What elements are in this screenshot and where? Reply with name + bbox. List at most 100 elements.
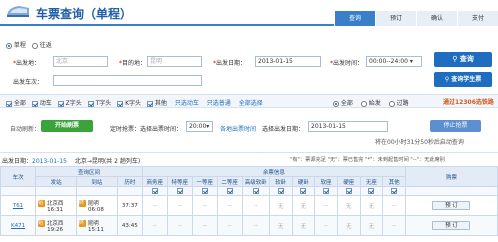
train-input[interactable]	[53, 75, 202, 86]
seat-cell: 无	[336, 195, 361, 216]
one-way-label: 单程	[13, 42, 26, 49]
col-interval: 查询区间	[35, 166, 143, 177]
one-way-radio[interactable]	[6, 42, 12, 49]
seat-filter-checkbox[interactable]	[176, 187, 183, 194]
end-station-tag: 终	[79, 219, 87, 227]
col-book: 购票	[404, 166, 498, 187]
pass-start-radio[interactable]	[360, 100, 367, 107]
arrive-time: 06:08	[88, 206, 104, 213]
pass-start-label: 始发	[368, 100, 381, 107]
query-button[interactable]: ⚲ 查询	[434, 52, 492, 67]
col-rz: 软座	[314, 176, 338, 187]
to-input[interactable]: 昆明	[147, 56, 202, 67]
timed-select[interactable]: 20:00▾	[186, 121, 213, 132]
col-yz: 硬座	[336, 176, 361, 187]
pass-all-label: 全部	[340, 100, 353, 107]
search-icon: ⚲	[452, 55, 458, 63]
select-dc-link[interactable]: 只选动车	[175, 100, 199, 107]
from-station: 北京西	[46, 200, 64, 207]
type-t-checkbox[interactable]	[87, 100, 94, 107]
start-refresh-button[interactable]: 开始刷票	[41, 120, 93, 132]
to-station: 昆明	[87, 200, 99, 207]
auto-date-label: 选择出发日期：	[262, 126, 305, 133]
pass-through-radio[interactable]	[388, 100, 395, 107]
from-station: 北京西	[46, 220, 64, 227]
col-to: 到站	[76, 176, 118, 187]
seat-filter-checkbox[interactable]	[300, 187, 307, 194]
book-button[interactable]: 预 订	[432, 221, 471, 230]
stop-refresh-button[interactable]: 停止抢票	[430, 120, 481, 132]
seat-cell: --	[314, 195, 338, 216]
seat-cell: 无	[359, 215, 384, 236]
seat-filter-checkbox[interactable]	[252, 187, 259, 194]
seat-cell: 无	[291, 215, 316, 236]
search-icon: ⚲	[444, 76, 450, 83]
seat-cell: 无	[336, 215, 361, 236]
seat-filter-checkbox[interactable]	[323, 187, 330, 194]
auto-refresh-bar: 自动刷新： 开始刷票 定时抢票：选择出票时间： 20:00▾ 各地出票时间 选择…	[0, 113, 498, 147]
train-number-link[interactable]: K471	[11, 223, 25, 229]
start-station-tag: 始	[38, 199, 46, 207]
seat-cell: --	[191, 215, 218, 236]
type-other-checkbox[interactable]	[146, 100, 153, 107]
seat-cell: --	[141, 215, 168, 236]
seat-cell: 无	[291, 195, 316, 216]
time-select[interactable]: 00:00--24:00 ▾	[366, 56, 422, 67]
seat-cell: 无	[268, 215, 293, 236]
result-route: 北京→昆明(共 2 趟列车)	[74, 158, 141, 165]
col-swz: 商务座	[141, 176, 168, 187]
seat-cell: 无	[268, 195, 293, 216]
seat-legend: "有"：票源充足 "无"：票已售完 "*"：未到起售时间 "--"：无此席别	[290, 157, 445, 163]
round-trip-radio[interactable]	[31, 42, 38, 49]
from-input[interactable]: 北京	[53, 56, 108, 67]
auto-date-input[interactable]: 2013-01-15	[308, 121, 388, 132]
col-seats: 余票信息	[141, 166, 406, 177]
col-train: 车次	[0, 166, 37, 187]
end-station-tag: 终	[79, 199, 87, 207]
pass-all-radio[interactable]	[333, 100, 339, 107]
watch-times-link[interactable]: 各地出票时间	[220, 124, 256, 133]
type-dc-checkbox[interactable]	[31, 100, 38, 107]
progress-steps: 查询 预订 确认 支付	[334, 11, 498, 26]
result-info: 出发日期：2013-01-15 北京→昆明(共 2 趟列车) "有"：票源充足 …	[0, 152, 498, 165]
seat-filter-checkbox[interactable]	[345, 187, 352, 194]
train-number-link[interactable]: T61	[13, 203, 23, 209]
notice-link[interactable]: 通过12306选铁路	[443, 97, 494, 106]
seat-cell: --	[241, 215, 270, 236]
book-button[interactable]: 预 订	[432, 201, 471, 210]
depart-time: 19:26	[47, 226, 64, 233]
seat-filter-checkbox[interactable]	[226, 187, 233, 194]
select-normal-link[interactable]: 只选普通	[207, 100, 231, 107]
type-k-checkbox[interactable]	[117, 100, 124, 107]
type-all-checkbox[interactable]	[6, 100, 12, 107]
train-type-filter: 全部 动车 Z字头 T字头 K字头 其他 只选动车 只选普通 全部选择 全部 始…	[0, 94, 498, 108]
seat-filter-checkbox[interactable]	[201, 187, 208, 194]
col-ydz: 一等座	[191, 176, 218, 187]
date-label: *出发日期：	[213, 60, 247, 67]
seat-filter-checkbox[interactable]	[277, 187, 284, 194]
arrive-time: 15:11	[88, 226, 104, 233]
seat-filter-checkbox[interactable]	[391, 187, 398, 194]
train-icon	[7, 6, 29, 17]
student-query-button[interactable]: ⚲ 查询学生票	[434, 72, 492, 87]
col-yw: 硬卧	[291, 176, 316, 187]
seat-cell: --	[216, 215, 243, 236]
select-all-link[interactable]: 全部选择	[239, 100, 263, 107]
seat-filter-checkbox[interactable]	[368, 187, 375, 194]
type-t-label: T字头	[95, 100, 112, 107]
to-station: 昆明	[87, 220, 99, 227]
page-header: 车票查询（单程） 查询 预订 确认 支付	[0, 0, 498, 26]
table-row: K471 始 北京西 19:26 终 昆明 15:11 43:45 -- -- --…	[0, 215, 498, 236]
seat-filter-checkbox[interactable]	[151, 187, 158, 194]
type-other-label: 其他	[154, 100, 167, 107]
time-label: *出发时间：	[330, 60, 364, 67]
date-input[interactable]: 2013-01-15	[255, 56, 321, 67]
col-rw: 软卧	[268, 176, 293, 187]
type-z-checkbox[interactable]	[57, 100, 64, 107]
seat-cell: 无	[359, 195, 384, 216]
train-label: 出发车次：	[13, 79, 44, 86]
step-pay: 支付	[457, 11, 498, 26]
col-duration: 历时	[116, 176, 143, 187]
seat-cell: --	[141, 195, 168, 216]
seat-cell: --	[166, 215, 193, 236]
